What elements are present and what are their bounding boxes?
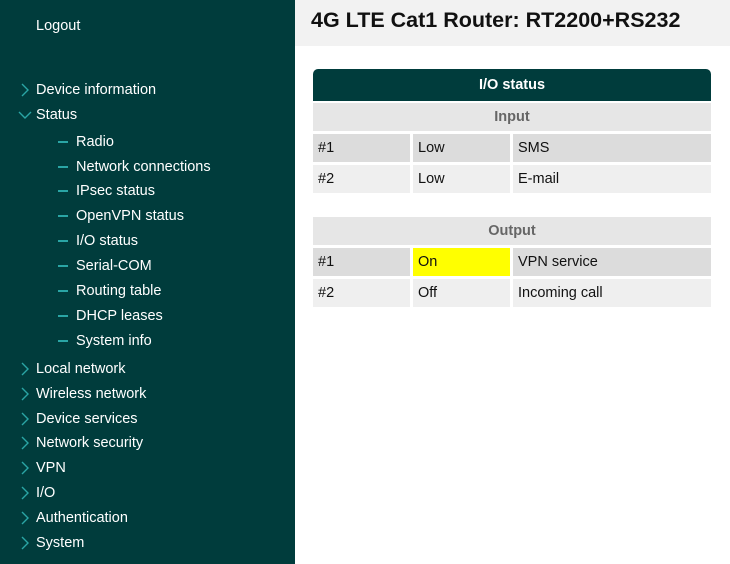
io-state: Low [413,165,510,193]
sidebar-item-label: System [36,535,85,551]
sidebar-item-label: VPN [36,460,66,476]
dash-icon [58,240,68,242]
chevron-right-icon [21,412,29,426]
sidebar-subitem-network-connections[interactable]: Network connections [0,156,211,178]
sidebar-subitem-dhcp-leases[interactable]: DHCP leases [0,305,163,327]
sidebar-item-label: DHCP leases [76,308,163,324]
chevron-right-icon [21,436,29,450]
dash-icon [58,166,68,168]
io-action: SMS [513,134,711,162]
sidebar-subitem-routing-table[interactable]: Routing table [0,280,161,302]
sidebar-subitem-openvpn-status[interactable]: OpenVPN status [0,205,184,227]
sidebar-item-label: Network connections [76,159,211,175]
output-heading: Output [313,217,711,245]
dash-icon [58,141,68,143]
sidebar-subitem-serial-com[interactable]: Serial-COM [0,255,152,277]
sidebar-item-vpn[interactable]: VPN [0,457,66,479]
sidebar-item-device-information[interactable]: Device information [0,79,156,101]
sidebar-item-label: Device information [36,82,157,98]
panel-title: I/O status [313,69,711,101]
io-action: E-mail [513,165,711,193]
sidebar-item-status[interactable]: Status [0,104,77,126]
io-state: Low [413,134,510,162]
io-state: On [413,248,510,276]
logout-link[interactable]: Logout [36,15,80,37]
chevron-right-icon [21,511,29,525]
sidebar-item-label: Authentication [36,510,128,526]
io-id: #1 [313,248,410,276]
sidebar-item-local-network[interactable]: Local network [0,358,125,380]
dash-icon [58,290,68,292]
dash-icon [58,190,68,192]
sidebar-item-label: I/O status [76,233,139,249]
dash-icon [58,340,68,342]
sidebar-item-label: Device services [36,411,138,427]
sidebar-item-label: I/O [36,485,56,501]
io-id: #2 [313,165,410,193]
dash-icon [58,215,68,217]
table-row: #2 Off Incoming call [313,279,711,307]
table-row: #1 On VPN service [313,248,711,276]
sidebar-item-io[interactable]: I/O [0,482,55,504]
io-action: Incoming call [513,279,711,307]
chevron-right-icon [21,387,29,401]
sidebar-item-label: Serial-COM [76,258,152,274]
sidebar-item-label: IPsec status [76,183,155,199]
input-heading: Input [313,103,711,131]
chevron-right-icon [21,83,29,97]
table-row: #1 Low SMS [313,134,711,162]
sidebar-subitem-ipsec-status[interactable]: IPsec status [0,180,155,202]
sidebar-item-system[interactable]: System [0,532,84,554]
dash-icon [58,265,68,267]
sidebar: Logout Device information Status Radio N… [0,0,295,564]
sidebar-subitem-io-status[interactable]: I/O status [0,230,138,252]
sidebar-item-label: System info [76,333,152,349]
sidebar-subitem-system-info[interactable]: System info [0,330,152,352]
chevron-right-icon [21,486,29,500]
page-title: 4G LTE Cat1 Router: RT2200+RS232 [311,8,681,32]
chevron-right-icon [21,536,29,550]
io-id: #2 [313,279,410,307]
dash-icon [58,315,68,317]
sidebar-item-label: Status [36,107,78,123]
chevron-right-icon [21,362,29,376]
io-status-panel: I/O status Input #1 Low SMS #2 Low E-mai… [313,69,711,193]
sidebar-item-label: OpenVPN status [76,208,184,224]
sidebar-item-label: Radio [76,134,114,150]
sidebar-item-wireless-network[interactable]: Wireless network [0,383,146,405]
sidebar-item-authentication[interactable]: Authentication [0,507,128,529]
sidebar-item-label: Routing table [76,283,162,299]
sidebar-item-label: Local network [36,361,126,377]
sidebar-item-label: Network security [36,435,144,451]
output-panel: Output #1 On VPN service #2 Off Incoming… [313,217,711,307]
sidebar-item-label: Wireless network [36,386,147,402]
io-id: #1 [313,134,410,162]
sidebar-subitem-radio[interactable]: Radio [0,131,114,153]
sidebar-item-device-services[interactable]: Device services [0,408,138,430]
chevron-right-icon [21,461,29,475]
chevron-down-icon [18,111,32,119]
page-header: 4G LTE Cat1 Router: RT2200+RS232 [295,0,730,46]
io-action: VPN service [513,248,711,276]
sidebar-item-network-security[interactable]: Network security [0,432,143,454]
table-row: #2 Low E-mail [313,165,711,193]
io-state: Off [413,279,510,307]
